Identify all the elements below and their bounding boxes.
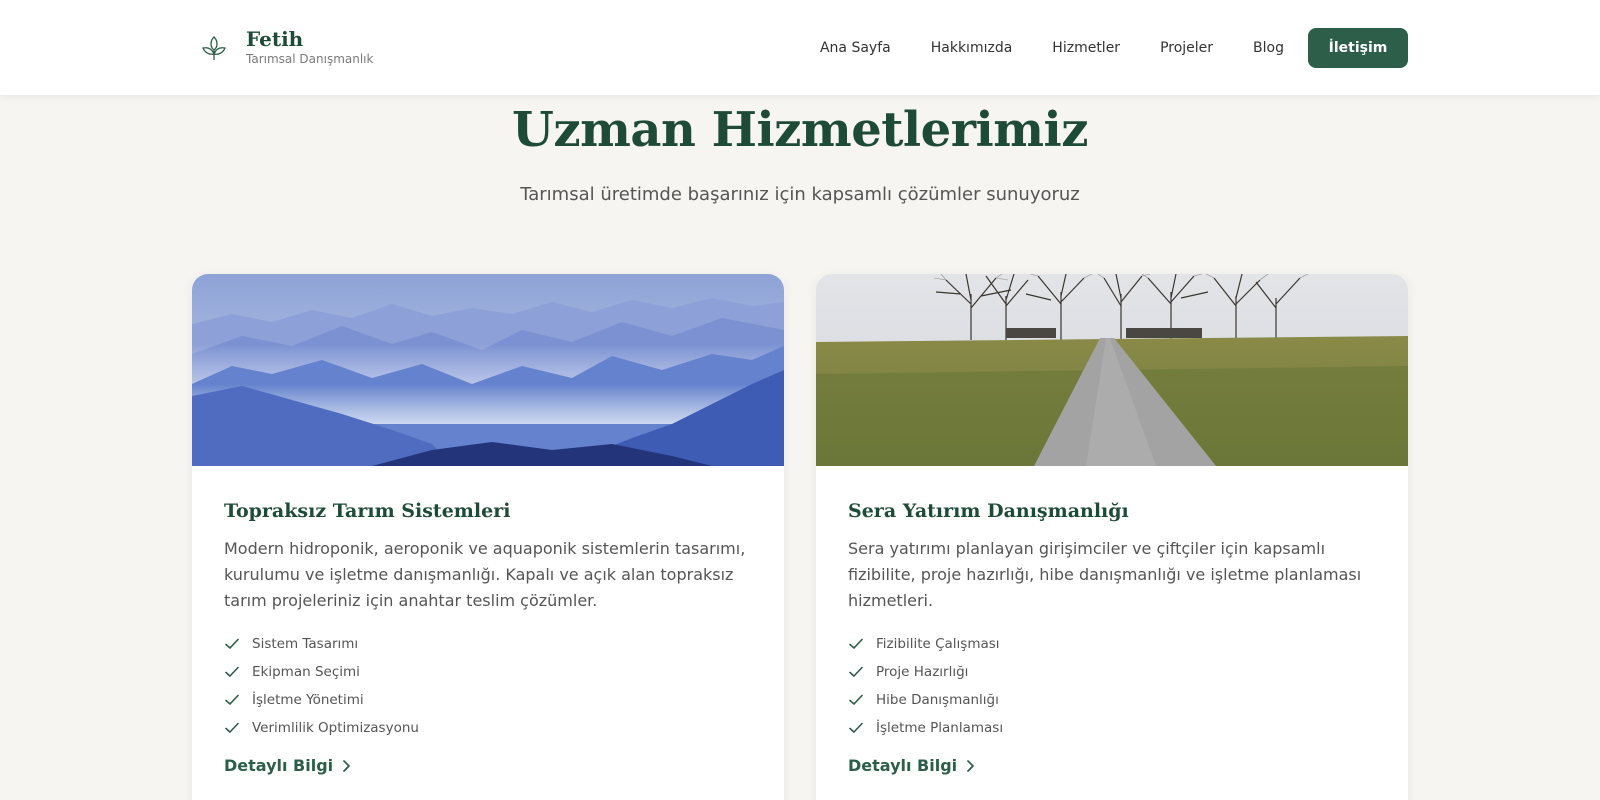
feature-label: Verimlilik Optimizasyonu: [252, 720, 419, 736]
list-item: Verimlilik Optimizasyonu: [224, 714, 752, 742]
brand-name: Fetih: [246, 27, 304, 51]
check-icon: [225, 638, 239, 649]
brand-logo[interactable]: Fetih Tarımsal Danışmanlık: [192, 26, 373, 70]
details-link-label: Detaylı Bilgi: [224, 756, 334, 775]
list-item: Hibe Danışmanlığı: [848, 686, 1376, 714]
nav-item-home[interactable]: Ana Sayfa: [820, 40, 891, 56]
main-nav: Ana Sayfa Hakkımızda Hizmetler Projeler …: [820, 27, 1408, 68]
list-item: Sistem Tasarımı: [224, 630, 752, 658]
mountain-fog-image: [192, 274, 784, 466]
check-icon: [225, 666, 239, 677]
list-item: Proje Hazırlığı: [848, 658, 1376, 686]
check-icon: [849, 638, 863, 649]
check-icon: [849, 666, 863, 677]
check-icon: [849, 694, 863, 705]
contact-button[interactable]: İletişim: [1308, 27, 1408, 68]
chevron-right-icon: [343, 759, 351, 772]
feature-label: İşletme Planlaması: [876, 720, 1004, 736]
feature-list: Sistem Tasarımı Ekipman Seçimi İşletme Y…: [224, 630, 752, 742]
check-icon: [849, 722, 863, 733]
nav-item-about[interactable]: Hakkımızda: [931, 40, 1013, 56]
card-title: Sera Yatırım Danışmanlığı: [848, 500, 1129, 522]
check-icon: [225, 694, 239, 705]
chevron-right-icon: [967, 759, 975, 772]
service-card-soilless: Topraksız Tarım Sistemleri Modern hidrop…: [192, 274, 784, 800]
details-link[interactable]: Detaylı Bilgi: [848, 756, 1376, 775]
feature-label: Fizibilite Çalışması: [876, 636, 1000, 652]
nav-item-blog[interactable]: Blog: [1253, 40, 1284, 56]
check-icon: [225, 722, 239, 733]
feature-list: Fizibilite Çalışması Proje Hazırlığı Hib…: [848, 630, 1376, 742]
card-description: Modern hidroponik, aeroponik ve aquaponi…: [224, 539, 746, 610]
nav-item-services[interactable]: Hizmetler: [1052, 40, 1120, 56]
details-link[interactable]: Detaylı Bilgi: [224, 756, 752, 775]
nav-item-projects[interactable]: Projeler: [1160, 40, 1213, 56]
details-link-label: Detaylı Bilgi: [848, 756, 958, 775]
feature-label: Proje Hazırlığı: [876, 664, 969, 680]
feature-label: Ekipman Seçimi: [252, 664, 360, 680]
feature-label: Hibe Danışmanlığı: [876, 692, 999, 708]
card-title: Topraksız Tarım Sistemleri: [224, 500, 511, 522]
brand-tagline: Tarımsal Danışmanlık: [246, 52, 374, 66]
list-item: Ekipman Seçimi: [224, 658, 752, 686]
page-subtitle: Tarımsal üretimde başarınız için kapsaml…: [520, 184, 1080, 205]
leaf-icon: [192, 26, 236, 70]
page-title: Uzman Hizmetlerimiz: [511, 102, 1089, 158]
card-description: Sera yatırımı planlayan girişimciler ve …: [848, 539, 1362, 610]
service-card-greenhouse: Sera Yatırım Danışmanlığı Sera yatırımı …: [816, 274, 1408, 800]
feature-label: İşletme Yönetimi: [252, 692, 364, 708]
list-item: İşletme Planlaması: [848, 714, 1376, 742]
list-item: Fizibilite Çalışması: [848, 630, 1376, 658]
feature-label: Sistem Tasarımı: [252, 636, 359, 652]
list-item: İşletme Yönetimi: [224, 686, 752, 714]
site-header: Fetih Tarımsal Danışmanlık Ana Sayfa Hak…: [0, 0, 1600, 95]
park-path-image: [816, 274, 1408, 466]
